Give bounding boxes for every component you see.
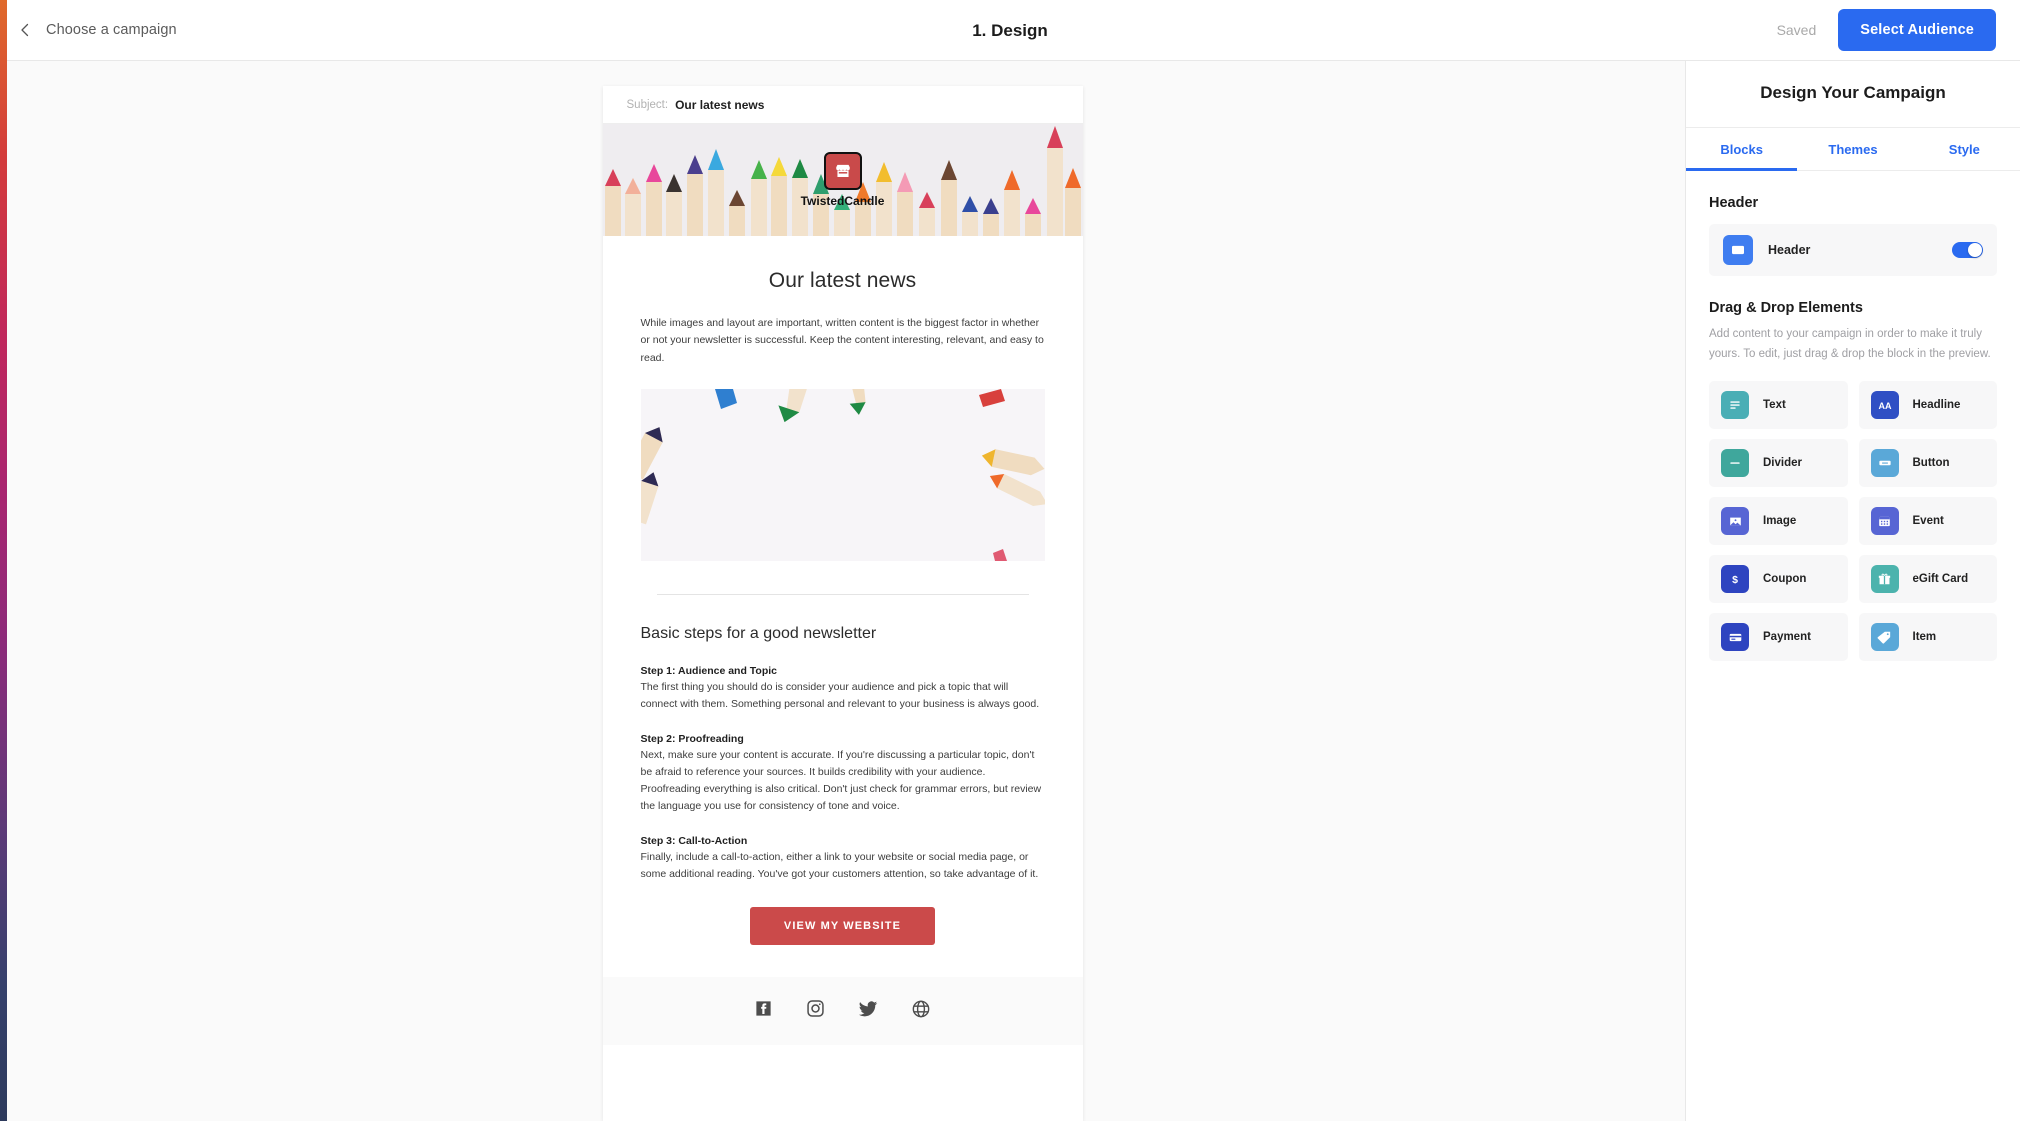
- block-coupon[interactable]: $ Coupon: [1709, 555, 1848, 604]
- pencils-scatter-image: [640, 388, 1045, 561]
- email-step-3[interactable]: Step 3: Call-to-Action Finally, include …: [641, 835, 1045, 883]
- block-payment[interactable]: Payment: [1709, 613, 1848, 662]
- select-audience-button[interactable]: Select Audience: [1838, 9, 1996, 51]
- tab-blocks[interactable]: Blocks: [1686, 128, 1798, 171]
- panel-tabs: Blocks Themes Style: [1686, 128, 2020, 171]
- block-label: Divider: [1763, 457, 1802, 470]
- step-title: Step 1: Audience and Topic: [640, 664, 778, 677]
- dragdrop-description: Add content to your campaign in order to…: [1709, 328, 1991, 360]
- dollar-icon: $: [1721, 565, 1749, 594]
- step-title: Step 3: Call-to-Action: [640, 834, 748, 847]
- block-label: Item: [1912, 631, 1937, 644]
- saved-status: Saved: [1776, 22, 1817, 38]
- top-bar-actions: Saved Select Audience: [1777, 9, 1996, 51]
- brand-logo[interactable]: [823, 152, 862, 190]
- step-text: Next, make sure your content is accurate…: [640, 748, 1042, 812]
- step-text: The first thing you should do is conside…: [640, 680, 1040, 710]
- block-divider[interactable]: Divider: [1709, 439, 1848, 488]
- tab-style[interactable]: Style: [1909, 128, 2020, 170]
- aa-icon: AA: [1870, 391, 1899, 420]
- step-title: Step 2: Proofreading: [640, 732, 744, 745]
- brand-name: TwistedCandle: [800, 194, 885, 208]
- cta-wrapper: VIEW MY WEBSITE: [641, 906, 1045, 945]
- view-my-website-button[interactable]: VIEW MY WEBSITE: [749, 906, 936, 945]
- tab-themes[interactable]: Themes: [1797, 128, 1908, 170]
- dragdrop-grid: Text AA Headline Divider Button Image Ev…: [1709, 381, 1997, 662]
- page-title: 1. Design: [972, 20, 1048, 40]
- top-bar: Choose a campaign 1. Design Saved Select…: [0, 0, 2020, 61]
- svg-text:$: $: [1732, 574, 1738, 586]
- credit-card-icon: [1721, 623, 1749, 652]
- block-label: Text: [1763, 399, 1786, 412]
- email-section-heading[interactable]: Basic steps for a good newsletter: [641, 625, 1045, 643]
- block-label: Event: [1912, 515, 1944, 528]
- facebook-icon[interactable]: [754, 999, 773, 1018]
- design-panel: Design Your Campaign Blocks Themes Style…: [1685, 61, 2020, 1121]
- campaign-designer-app: Choose a campaign 1. Design Saved Select…: [0, 0, 2020, 1121]
- header-visibility-toggle[interactable]: [1952, 242, 1983, 258]
- block-button[interactable]: Button: [1858, 439, 1997, 488]
- button-icon: [1870, 449, 1899, 478]
- email-step-1[interactable]: Step 1: Audience and Topic The first thi…: [641, 665, 1045, 713]
- block-text[interactable]: Text: [1709, 381, 1848, 430]
- block-label: Coupon: [1763, 573, 1807, 586]
- header-block-icon: [1723, 235, 1753, 265]
- block-label: Headline: [1912, 399, 1961, 412]
- gift-icon: [1870, 565, 1899, 594]
- email-body: Our latest news While images and layout …: [603, 236, 1083, 977]
- twitter-icon[interactable]: [858, 999, 878, 1019]
- email-preview-canvas: Subject: Our latest news TwistedCandle O…: [0, 61, 1685, 1121]
- email-social-bar: [602, 976, 1083, 1045]
- header-block-label: Header: [1768, 243, 1811, 257]
- dragdrop-title: Drag & Drop Elements: [1709, 300, 1863, 316]
- subject-value[interactable]: Our latest news: [675, 98, 764, 112]
- block-label: Button: [1912, 457, 1950, 470]
- back-to-campaigns-button[interactable]: Choose a campaign: [18, 22, 177, 38]
- globe-icon[interactable]: [911, 999, 931, 1019]
- block-egift-card[interactable]: eGift Card: [1858, 555, 1997, 604]
- email-intro-paragraph[interactable]: While images and layout are important, w…: [641, 315, 1045, 367]
- header-block-row[interactable]: Header: [1709, 224, 1997, 276]
- panel-title: Design Your Campaign: [1686, 61, 2020, 128]
- image-icon: [1721, 507, 1749, 536]
- body-wrap: Subject: Our latest news TwistedCandle O…: [0, 61, 2020, 1121]
- block-event[interactable]: Event: [1858, 497, 1997, 546]
- divider-dash-icon: [1721, 449, 1749, 478]
- panel-scroll-area[interactable]: Header Header Drag & Drop Elements Add c…: [1686, 171, 2020, 1121]
- chevron-left-icon: [18, 23, 32, 37]
- email-header-block[interactable]: TwistedCandle: [602, 124, 1083, 236]
- block-label: Image: [1763, 515, 1797, 528]
- toggle-knob: [1968, 243, 1982, 257]
- content-divider: [656, 593, 1029, 595]
- step-text: Finally, include a call-to-action, eithe…: [640, 850, 1039, 880]
- email-step-2[interactable]: Step 2: Proofreading Next, make sure you…: [641, 733, 1045, 815]
- email-image-block[interactable]: [640, 388, 1045, 561]
- header-section-title: Header: [1709, 195, 1759, 211]
- email-headline[interactable]: Our latest news: [641, 269, 1045, 293]
- subject-label: Subject:: [626, 98, 669, 111]
- tag-icon: [1870, 623, 1899, 652]
- block-label: Payment: [1763, 631, 1811, 644]
- calendar-icon: [1870, 507, 1899, 536]
- left-gradient-rail: [0, 0, 7, 1121]
- subject-bar[interactable]: Subject: Our latest news: [602, 86, 1083, 124]
- block-item[interactable]: Item: [1858, 613, 1997, 662]
- block-label: eGift Card: [1912, 573, 1969, 586]
- block-headline[interactable]: AA Headline: [1858, 381, 1997, 430]
- email-document: Subject: Our latest news TwistedCandle O…: [602, 86, 1083, 1121]
- back-label: Choose a campaign: [46, 22, 177, 38]
- svg-text:AA: AA: [1878, 401, 1891, 411]
- store-icon: [835, 164, 850, 177]
- block-image[interactable]: Image: [1709, 497, 1848, 546]
- text-lines-icon: [1721, 391, 1749, 420]
- banner-brand-overlay: TwistedCandle: [603, 124, 1083, 236]
- instagram-icon[interactable]: [806, 999, 825, 1018]
